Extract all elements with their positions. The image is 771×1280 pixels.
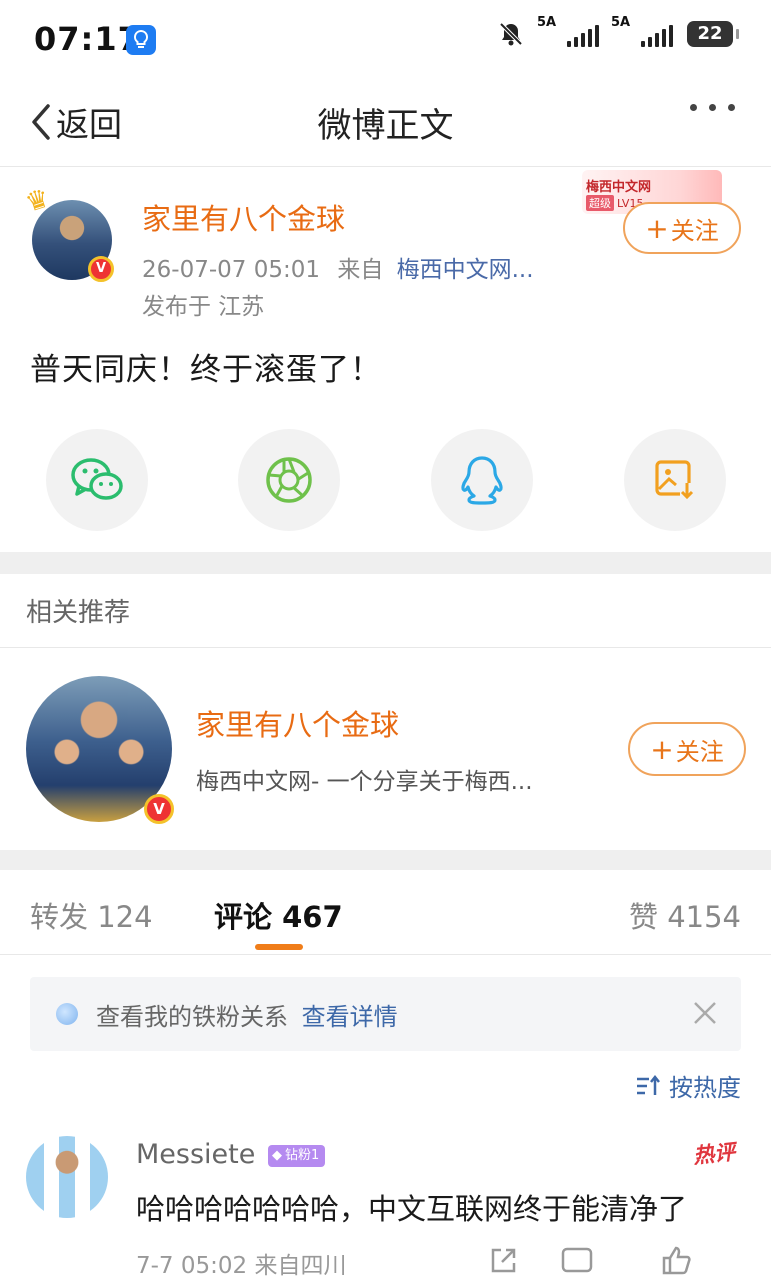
sim1-label: 5A <box>537 15 557 30</box>
mute-bell-icon <box>499 22 523 46</box>
qq-icon <box>461 456 503 505</box>
fan-badge-title: 梅西中文网 <box>586 180 652 195</box>
tab-comment[interactable]: 评论 467 <box>214 894 343 936</box>
share-qq-button[interactable] <box>431 429 533 531</box>
plus-icon: + <box>645 211 669 245</box>
comment-avatar[interactable] <box>26 1136 108 1218</box>
diamond-icon: ◆ <box>272 1148 282 1163</box>
repost-count: 124 <box>97 900 153 934</box>
active-tab-indicator <box>255 944 303 950</box>
close-icon[interactable] <box>691 999 719 1027</box>
post-text: 普天同庆！终于滚蛋了！ <box>30 352 382 388</box>
more-options-icon[interactable] <box>690 104 735 111</box>
back-button[interactable]: 返回 <box>28 98 122 146</box>
chevron-left-icon <box>32 104 50 140</box>
tab-like[interactable]: 赞 4154 <box>629 894 741 936</box>
post-datetime: 26-07-07 05:01 <box>142 257 320 283</box>
save-image-button[interactable] <box>624 429 726 531</box>
divider <box>0 647 771 648</box>
signal-icon: 5A <box>537 15 599 47</box>
sort-by-hot-button[interactable]: 按热度 <box>635 1068 741 1103</box>
plus-icon: + <box>650 732 674 766</box>
follow-button[interactable]: + 关注 <box>623 202 741 254</box>
section-gap <box>0 850 771 870</box>
comment-icon[interactable] <box>560 1246 594 1276</box>
recommend-desc: 梅西中文网- 一个分享关于梅西... <box>196 769 533 795</box>
section-gap <box>0 552 771 574</box>
share-moments-button[interactable] <box>238 429 340 531</box>
save-image-icon <box>655 460 694 500</box>
verified-icon: V <box>144 794 174 824</box>
tab-repost[interactable]: 转发 124 <box>30 894 153 936</box>
divider <box>0 954 771 955</box>
comment-username[interactable]: Messiete <box>136 1139 255 1170</box>
notice-text: 查看我的铁粉关系 <box>96 1003 288 1031</box>
battery-icon: 22 <box>687 21 739 47</box>
divider <box>0 166 771 167</box>
like-count: 4154 <box>667 900 741 934</box>
sort-icon <box>637 1074 660 1095</box>
diamond-icon <box>56 1003 78 1025</box>
follow-label: 关注 <box>675 737 724 766</box>
iron-fan-notice: 查看我的铁粉关系 查看详情 <box>30 977 741 1051</box>
back-label: 返回 <box>56 105 122 144</box>
wechat-icon <box>71 458 123 500</box>
comment-text: 哈哈哈哈哈哈哈，中文互联网终于能清净了 <box>136 1192 688 1226</box>
related-recommend-label: 相关推荐 <box>26 598 131 628</box>
follow-label: 关注 <box>670 216 719 245</box>
sort-label: 按热度 <box>669 1074 741 1102</box>
hot-comment-badge: 热评 <box>691 1139 737 1169</box>
comment-meta: 7-7 05:02 来自四川 <box>136 1253 347 1279</box>
share-wechat-button[interactable] <box>46 429 148 531</box>
recommend-name[interactable]: 家里有八个金球 <box>196 702 399 744</box>
comment-count: 467 <box>282 900 343 934</box>
moments-icon <box>266 457 312 503</box>
source-prefix: 来自 <box>337 257 384 283</box>
status-indicators: 5A 5A 22 <box>497 15 739 48</box>
share-icon[interactable] <box>488 1246 518 1276</box>
post-meta: 26-07-07 05:01 来自 梅西中文网... <box>142 250 534 284</box>
verified-icon: V <box>88 256 114 282</box>
view-details-link[interactable]: 查看详情 <box>302 1003 398 1031</box>
post-source-link[interactable]: 梅西中文网... <box>397 257 534 283</box>
like-icon[interactable] <box>660 1244 692 1276</box>
status-time: 07:17 <box>34 20 141 58</box>
signal-icon: 5A <box>611 15 673 47</box>
author-name[interactable]: 家里有八个金球 <box>142 196 345 238</box>
diamond-fan-badge: ◆ 钻粉1 <box>268 1145 326 1167</box>
post-location: 发布于 江苏 <box>142 294 265 320</box>
tips-app-icon <box>126 25 156 55</box>
sim2-label: 5A <box>611 15 631 30</box>
recommend-follow-button[interactable]: + 关注 <box>628 722 746 776</box>
